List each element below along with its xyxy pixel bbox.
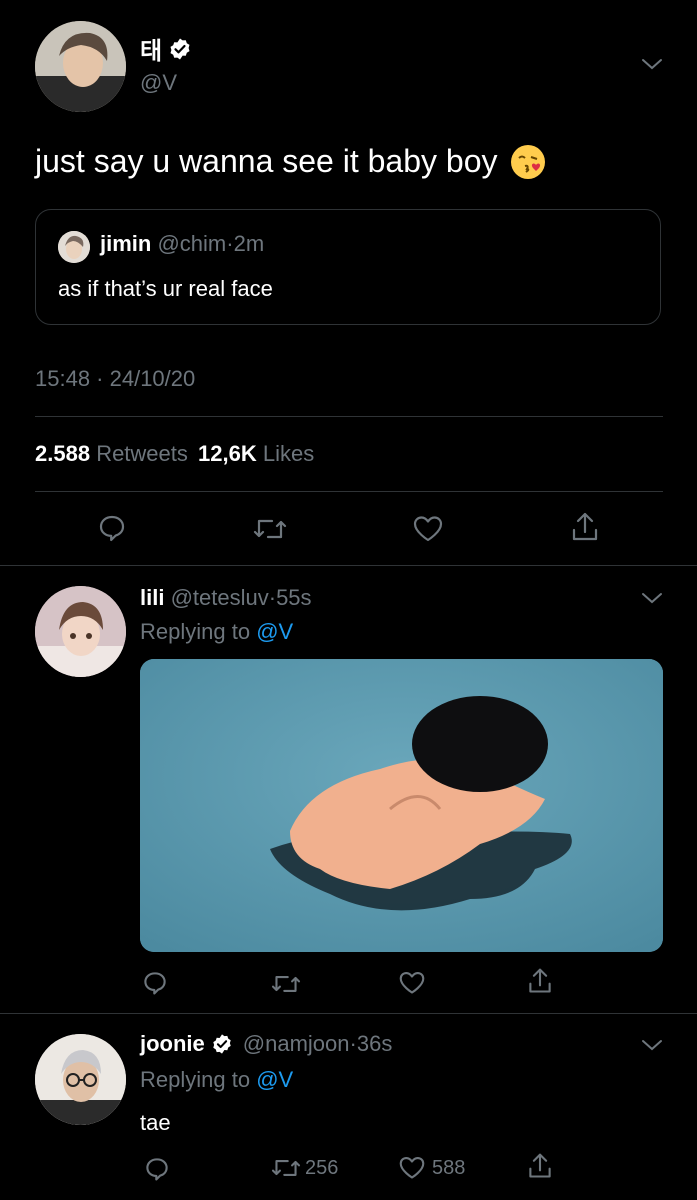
- replying-to-handle-link[interactable]: @V: [256, 619, 293, 644]
- share-icon[interactable]: [569, 510, 601, 544]
- retweet-count: 256: [305, 1156, 339, 1179]
- quoted-tweet-name: jimin: [100, 231, 152, 256]
- retweet-icon[interactable]: [271, 971, 301, 997]
- reply-avatar[interactable]: [35, 1034, 126, 1125]
- divider: [0, 1013, 697, 1014]
- reply-name[interactable]: lili: [140, 585, 164, 610]
- quoted-tweet-time: 2m: [233, 231, 265, 256]
- retweet-icon: [271, 1155, 301, 1181]
- reply-dot: ·: [349, 1031, 357, 1056]
- more-options-chevron-icon[interactable]: [640, 56, 664, 72]
- replying-to-label: Replying to: [140, 1067, 251, 1092]
- retweets-label[interactable]: Retweets: [96, 441, 188, 466]
- like-heart-icon[interactable]: [412, 514, 444, 544]
- reply-media-image[interactable]: [140, 659, 663, 952]
- replying-to-label: Replying to: [140, 619, 251, 644]
- main-tweet-text: just say u wanna see it baby boy: [35, 143, 498, 179]
- reply-time: 36s: [356, 1031, 393, 1056]
- reply-icon[interactable]: [143, 1155, 171, 1183]
- reply-avatar[interactable]: [35, 586, 126, 677]
- like-count: 588: [432, 1156, 466, 1179]
- reply-handle[interactable]: @tetesluv: [171, 585, 269, 610]
- divider: [0, 565, 697, 566]
- main-tweet-timestamp[interactable]: 15:48 · 24/10/20: [35, 366, 195, 392]
- quoted-tweet-card[interactable]: jimin @chim·2m as if that’s ur real face: [35, 209, 661, 325]
- retweets-count[interactable]: 2.588: [35, 441, 90, 466]
- divider: [35, 416, 663, 417]
- like-action[interactable]: 588: [398, 1155, 465, 1181]
- retweet-icon[interactable]: [253, 514, 287, 544]
- kiss-emoji-icon: [510, 144, 546, 180]
- reply-dot: ·: [268, 585, 277, 610]
- likes-count[interactable]: 12,6K: [198, 441, 257, 466]
- engagement-stats: 2.588 Retweets 12,6K Likes: [35, 441, 314, 467]
- reply-icon[interactable]: [141, 969, 169, 997]
- likes-label[interactable]: Likes: [263, 441, 314, 466]
- more-options-chevron-icon[interactable]: [640, 1037, 664, 1053]
- main-tweet-display-name[interactable]: 태: [140, 31, 162, 66]
- divider: [35, 491, 663, 492]
- main-tweet-handle[interactable]: @V: [140, 70, 177, 96]
- share-icon[interactable]: [526, 966, 554, 996]
- like-heart-icon[interactable]: [398, 970, 426, 996]
- main-tweet-avatar[interactable]: [35, 21, 126, 112]
- quoted-tweet-handle: @chim: [157, 231, 227, 256]
- replying-to-handle-link[interactable]: @V: [256, 1067, 293, 1092]
- reply-text: tae: [140, 1110, 171, 1135]
- quoted-tweet-dot: ·: [226, 231, 234, 256]
- reply-handle[interactable]: @namjoon: [243, 1031, 350, 1056]
- verified-badge-icon: [211, 1033, 233, 1055]
- more-options-chevron-icon[interactable]: [640, 590, 664, 606]
- quoted-tweet-avatar: [58, 231, 90, 263]
- share-icon[interactable]: [526, 1151, 554, 1181]
- quoted-tweet-text: as if that’s ur real face: [58, 276, 273, 301]
- reply-name[interactable]: joonie: [140, 1031, 205, 1057]
- reply-time: 55s: [276, 585, 312, 610]
- verified-badge-icon: [168, 37, 192, 61]
- reply-icon[interactable]: [96, 512, 128, 544]
- like-heart-icon: [398, 1155, 426, 1181]
- retweet-action[interactable]: 256: [271, 1155, 338, 1181]
